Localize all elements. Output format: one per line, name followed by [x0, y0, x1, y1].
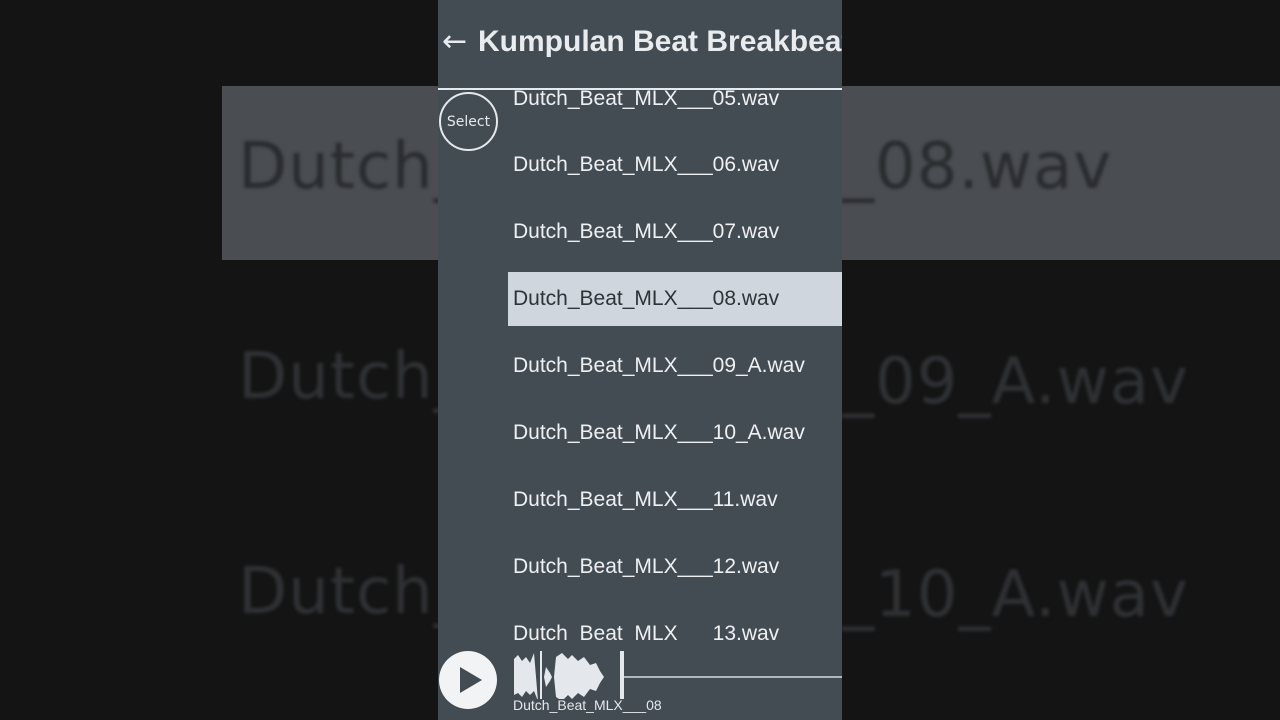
- list-item[interactable]: Dutch_Beat_MLX___09_A.wav: [508, 339, 842, 393]
- select-button[interactable]: Select: [439, 92, 498, 151]
- list-item[interactable]: Dutch_Beat_MLX___13.wav: [508, 607, 842, 642]
- background-text-right-1: _08.wav: [842, 130, 1113, 204]
- background-text-left-3: Dutch_: [238, 555, 467, 629]
- header: ← Kumpulan Beat Breakbeat: [438, 0, 842, 90]
- background-text-right-3: _10_A.wav: [842, 558, 1189, 632]
- now-playing-track: Dutch_Beat_MLX___08: [513, 697, 662, 713]
- play-icon: [460, 667, 482, 693]
- list-item[interactable]: Dutch_Beat_MLX___12.wav: [508, 540, 842, 594]
- list-item[interactable]: Dutch_Beat_MLX___11.wav: [508, 473, 842, 527]
- page-title: Kumpulan Beat Breakbeat: [478, 25, 842, 58]
- audio-player: Dutch_Beat_MLX___08: [438, 641, 842, 720]
- list-item[interactable]: Dutch_Beat_MLX___06.wav: [508, 138, 842, 192]
- background-text-left-2: Dutch_: [238, 340, 467, 414]
- play-button[interactable]: [439, 651, 497, 709]
- list-item[interactable]: Dutch_Beat_MLX___05.wav: [508, 90, 842, 126]
- list-item-selected[interactable]: Dutch_Beat_MLX___08.wav: [508, 272, 842, 326]
- app-panel: ← Kumpulan Beat Breakbeat Dutch_Beat_MLX…: [438, 0, 842, 720]
- waveform[interactable]: [512, 647, 842, 699]
- background-text-left-1: Dutch_: [238, 130, 467, 204]
- file-list[interactable]: Dutch_Beat_MLX___05.wav Dutch_Beat_MLX__…: [508, 90, 842, 642]
- back-arrow-icon[interactable]: ←: [442, 22, 467, 62]
- list-item[interactable]: Dutch_Beat_MLX___10_A.wav: [508, 406, 842, 460]
- list-item[interactable]: Dutch_Beat_MLX___07.wav: [508, 205, 842, 259]
- background-text-right-2: _09_A.wav: [842, 345, 1189, 419]
